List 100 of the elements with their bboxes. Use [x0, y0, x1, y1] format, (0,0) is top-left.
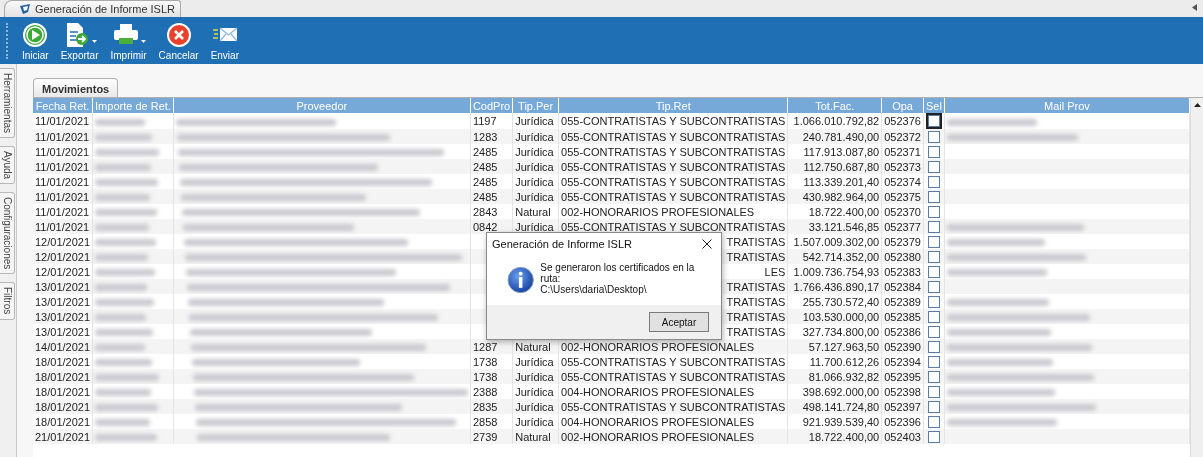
- redacted-text: [95, 314, 147, 322]
- play-button[interactable]: Iniciar: [16, 18, 55, 64]
- table-cell: 052377: [881, 219, 924, 234]
- checkbox[interactable]: [927, 281, 940, 294]
- table-cell: 055-CONTRATISTAS Y SUBCONTRATISTAS: [558, 189, 788, 204]
- shield-icon: [19, 3, 31, 15]
- checkbox[interactable]: [927, 191, 940, 204]
- table-cell: 052390: [881, 339, 924, 354]
- checkbox[interactable]: [927, 311, 940, 324]
- checkbox[interactable]: [927, 386, 940, 399]
- table-cell: Jurídica: [512, 399, 559, 414]
- side-tab[interactable]: Herramientas: [0, 68, 15, 139]
- accept-button[interactable]: Aceptar: [649, 312, 709, 332]
- scrollbar[interactable]: [1190, 98, 1203, 457]
- table-cell: 2485: [470, 189, 513, 204]
- table-cell: 18.722.400,00: [787, 429, 882, 444]
- grid-tab[interactable]: Movimientos: [33, 78, 119, 97]
- table-cell: 052373: [881, 159, 924, 174]
- table-cell: 103.530.000,00: [787, 309, 882, 324]
- redacted-text: [95, 149, 160, 157]
- redacted-text: [95, 224, 150, 232]
- table-cell: 055-CONTRATISTAS Y SUBCONTRATISTAS: [558, 219, 788, 234]
- document-tab[interactable]: Generación de Informe ISLR: [4, 0, 182, 17]
- table-cell: Natural: [512, 429, 559, 444]
- redacted-text: [95, 179, 159, 187]
- table-cell: 052372: [881, 129, 924, 144]
- checkbox[interactable]: [927, 401, 940, 414]
- redacted-text: [95, 404, 159, 412]
- checkbox[interactable]: [927, 221, 940, 234]
- redacted-text: [95, 239, 157, 247]
- checkbox[interactable]: [927, 341, 940, 354]
- table-cell: 2835: [470, 399, 513, 414]
- table-cell: Jurídica: [512, 189, 559, 204]
- info-icon: [507, 266, 535, 294]
- redacted-text: [95, 209, 158, 217]
- redacted-text: [95, 344, 146, 352]
- table-cell: 052380: [881, 249, 924, 264]
- checkbox[interactable]: [927, 131, 940, 144]
- redacted-text: [95, 419, 151, 427]
- redacted-text: [95, 389, 152, 397]
- checkbox[interactable]: [927, 251, 940, 264]
- checkbox[interactable]: [927, 176, 940, 189]
- redacted-text: [95, 118, 146, 126]
- checkbox[interactable]: [927, 371, 940, 384]
- redacted-text: [95, 164, 152, 172]
- export-button[interactable]: Exportar: [54, 18, 105, 64]
- checkbox[interactable]: [927, 416, 940, 429]
- table-cell: 055-CONTRATISTAS Y SUBCONTRATISTAS: [558, 159, 788, 174]
- table-cell: Jurídica: [512, 129, 559, 144]
- redacted-text: [95, 299, 155, 307]
- table-cell: 430.982.964,00: [787, 189, 882, 204]
- checkbox[interactable]: [927, 431, 940, 444]
- table-cell: 002-HONORARIOS PROFESIONALES: [558, 429, 788, 444]
- table-cell: 542.714.352,00: [787, 249, 882, 264]
- table-cell: 11/01/2021: [33, 129, 93, 144]
- side-tab[interactable]: Filtros: [0, 282, 15, 320]
- mail-button[interactable]: Enviar: [204, 18, 245, 64]
- side-tab[interactable]: Ayuda: [0, 146, 15, 185]
- table-cell: 055-CONTRATISTAS Y SUBCONTRATISTAS: [558, 369, 788, 384]
- close-icon: [702, 239, 712, 249]
- table-cell: 14/01/2021: [33, 339, 93, 354]
- redacted-text: [95, 359, 153, 367]
- table-cell: 052385: [881, 309, 924, 324]
- pin-arrow-icon: [1192, 4, 1197, 11]
- table-cell: 055-CONTRATISTAS Y SUBCONTRATISTAS: [558, 399, 788, 414]
- checkbox[interactable]: [927, 266, 940, 279]
- checkbox[interactable]: [927, 146, 940, 159]
- checkbox[interactable]: [927, 206, 940, 219]
- table-cell: 33.121.546,85: [787, 219, 882, 234]
- redacted-text: [95, 434, 158, 442]
- table-cell: 112.750.687,80: [787, 159, 882, 174]
- print-button[interactable]: Imprimir: [104, 18, 153, 64]
- scroll-up-icon[interactable]: [1193, 103, 1201, 107]
- side-tab[interactable]: Configuraciones: [0, 192, 15, 275]
- redacted-text: [95, 269, 156, 277]
- table-cell: Jurídica: [512, 369, 559, 384]
- table-cell: 11/01/2021: [33, 219, 93, 234]
- table-cell: 18/01/2021: [33, 369, 93, 384]
- redacted-text: [95, 374, 160, 382]
- table-cell: 052384: [881, 279, 924, 294]
- checkbox[interactable]: [927, 161, 940, 174]
- checkbox[interactable]: [927, 326, 940, 339]
- table-cell: 21/01/2021: [33, 429, 93, 444]
- checkbox[interactable]: [927, 356, 940, 369]
- table-cell: 11/01/2021: [33, 189, 93, 204]
- play-icon: [22, 22, 49, 48]
- table-cell: 055-CONTRATISTAS Y SUBCONTRATISTAS: [558, 129, 788, 144]
- table-cell: 002-HONORARIOS PROFESIONALES: [558, 339, 788, 354]
- redacted-text: [95, 134, 153, 142]
- table-cell: 12/01/2021: [33, 249, 93, 264]
- cancel-button[interactable]: Cancelar: [152, 18, 205, 64]
- checkbox[interactable]: [927, 236, 940, 249]
- cancel-icon: [165, 22, 192, 48]
- redacted-text: [95, 329, 154, 337]
- table-cell: 498.141.724,80: [787, 399, 882, 414]
- table-cell: 1.766.436.890,17: [787, 279, 882, 294]
- checkbox[interactable]: [927, 296, 940, 309]
- table-cell: 81.066.932,82: [787, 369, 882, 384]
- table-cell: 240.781.490,00: [787, 129, 882, 144]
- table-cell: 052375: [881, 189, 924, 204]
